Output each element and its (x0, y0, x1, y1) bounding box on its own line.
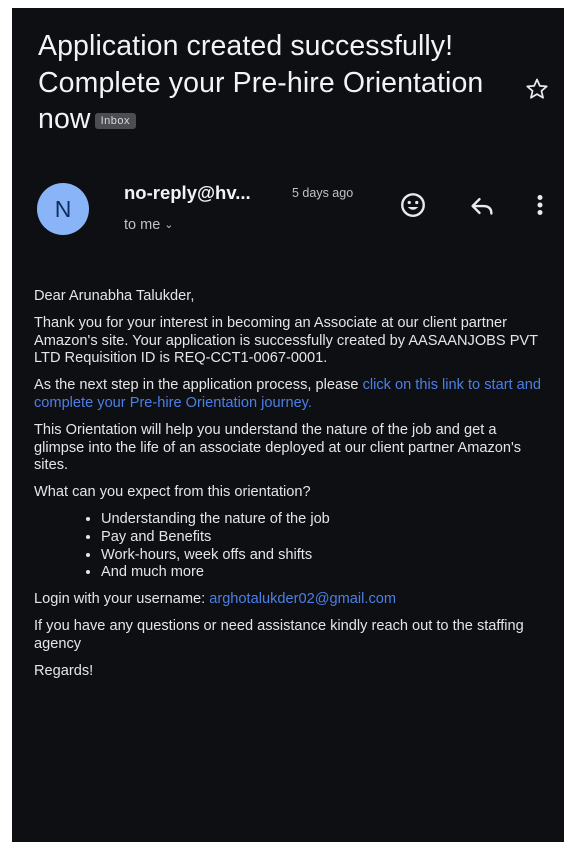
list-item: Work-hours, week offs and shifts (101, 547, 550, 565)
body-paragraph: This Orientation will help you understan… (34, 422, 522, 474)
body-paragraph: If you have any questions or need assist… (34, 618, 524, 652)
list-item: Pay and Benefits (101, 529, 550, 547)
body-paragraph: Login with your username: arghotalukder0… (34, 591, 550, 609)
body-paragraph: As the next step in the application proc… (34, 377, 550, 412)
inbox-label[interactable]: Inbox (94, 113, 137, 129)
benefits-list: Understanding the nature of the job Pay … (34, 511, 550, 581)
email-subject: Application created successfully! Comple… (38, 28, 508, 138)
body-paragraph: Thank you for your interest in becoming … (34, 315, 538, 367)
recipient-details-toggle[interactable]: to me ⌄ (124, 217, 173, 233)
more-vert-icon[interactable] (530, 190, 550, 220)
body-paragraph: What can you expect from this orientatio… (34, 484, 311, 501)
recipient-label: to me (124, 217, 161, 233)
email-view: Application created successfully! Comple… (12, 8, 564, 842)
login-text: Login with your username: (34, 591, 210, 608)
chevron-down-icon: ⌄ (164, 219, 174, 231)
avatar[interactable]: N (37, 183, 89, 235)
reply-icon[interactable] (467, 191, 497, 221)
star-icon[interactable] (524, 76, 550, 102)
paragraph-text: As the next step in the application proc… (34, 377, 363, 394)
list-item: And much more (101, 564, 550, 582)
email-body: Dear Arunabha Talukder, Thank you for yo… (34, 288, 550, 690)
list-item: Understanding the nature of the job (101, 511, 550, 529)
sender-name: no-reply@hv... (124, 182, 251, 203)
username-email-link[interactable]: arghotalukder02@gmail.com (209, 591, 396, 607)
emoji-icon[interactable] (398, 190, 428, 220)
closing: Regards! (34, 663, 94, 680)
greeting: Dear Arunabha Talukder, (34, 288, 195, 304)
email-timestamp: 5 days ago (292, 186, 354, 200)
